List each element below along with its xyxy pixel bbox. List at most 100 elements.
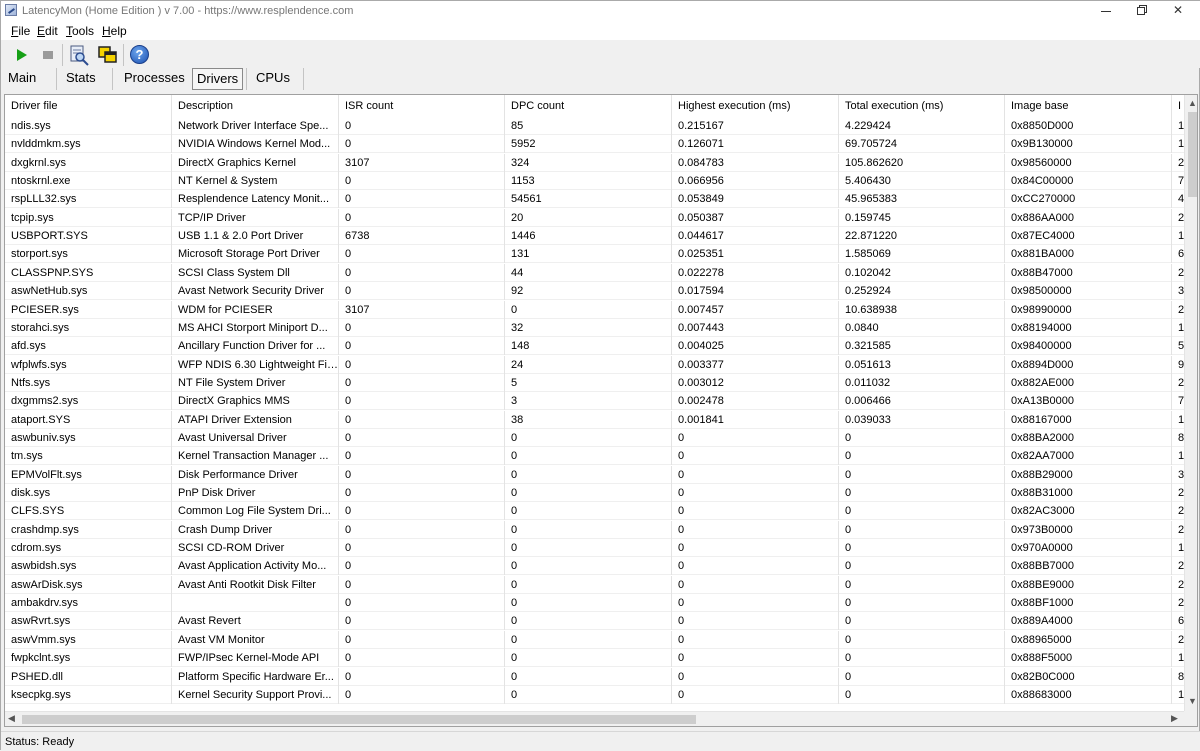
vertical-scrollbar[interactable]: ▲ ▼ [1184, 95, 1197, 711]
isr-count-cell: 0 [339, 209, 505, 227]
table-row[interactable]: EPMVolFlt.sys Disk Performance Driver 0 0 0 0… [5, 466, 1197, 484]
table-row[interactable]: nvlddmkm.sys NVIDIA Windows Kernel Mod...… [5, 135, 1197, 153]
menu-tools[interactable]: Tools [66, 24, 94, 38]
menu-help-accel: H [102, 24, 111, 38]
table-row[interactable]: crashdmp.sys Crash Dump Driver 0 0 0 0 0x973B0… [5, 521, 1197, 539]
total-execution-cell: 0.252924 [839, 282, 1005, 300]
tab-stats[interactable]: Stats [62, 68, 100, 90]
table-row[interactable]: disk.sys PnP Disk Driver 0 0 0 0 0x88B31000 2 [5, 484, 1197, 502]
description-cell: Kernel Transaction Manager ... [172, 447, 339, 465]
column-header-description[interactable]: Description [172, 95, 339, 117]
table-row[interactable]: cdrom.sys SCSI CD-ROM Driver 0 0 0 0 0x970A000… [5, 539, 1197, 557]
table-row[interactable]: afd.sys Ancillary Function Driver for ...… [5, 337, 1197, 355]
help-button[interactable]: ? [129, 44, 151, 66]
dpc-count-cell: 0 [505, 631, 672, 649]
table-row[interactable]: rspLLL32.sys Resplendence Latency Monit..… [5, 190, 1197, 208]
scroll-up-icon[interactable]: ▲ [1188, 98, 1197, 108]
image-base-cell: 0x88BA2000 [1005, 429, 1172, 447]
table-row[interactable]: aswbidsh.sys Avast Application Activity M… [5, 557, 1197, 575]
table-row[interactable]: PCIESER.sys WDM for PCIESER 3107 0 0.007457 1… [5, 301, 1197, 319]
column-header-dpc-count[interactable]: DPC count [505, 95, 672, 117]
start-button[interactable] [11, 44, 33, 66]
table-row[interactable]: storport.sys Microsoft Storage Port Drive… [5, 245, 1197, 263]
scroll-left-icon[interactable]: ◀ [8, 713, 15, 724]
table-row[interactable]: dxgmms2.sys DirectX Graphics MMS 0 3 0.00247… [5, 392, 1197, 410]
isr-count-cell: 0 [339, 117, 505, 135]
description-cell: SCSI CD-ROM Driver [172, 539, 339, 557]
table-row[interactable]: dxgkrnl.sys DirectX Graphics Kernel 3107 32… [5, 154, 1197, 172]
dpc-count-cell: 85 [505, 117, 672, 135]
analyze-button[interactable] [68, 44, 90, 66]
table-row[interactable]: tcpip.sys TCP/IP Driver 0 20 0.050387 0.15974… [5, 209, 1197, 227]
toolbar-separator [123, 44, 124, 66]
menu-edit[interactable]: Edit [37, 24, 58, 38]
total-execution-cell: 0.011032 [839, 374, 1005, 392]
help-icon: ? [130, 45, 149, 64]
table-row[interactable]: aswArDisk.sys Avast Anti Rootkit Disk Fil… [5, 576, 1197, 594]
column-header-highest-execution[interactable]: Highest execution (ms) [672, 95, 839, 117]
isr-count-cell: 0 [339, 411, 505, 429]
table-row[interactable]: aswbuniv.sys Avast Universal Driver 0 0 0 0 0x… [5, 429, 1197, 447]
tab-cpus[interactable]: CPUs [252, 68, 294, 90]
driver-file-cell: tm.sys [5, 447, 172, 465]
menu-file-rest: ile [18, 24, 31, 38]
driver-file-cell: ntoskrnl.exe [5, 172, 172, 190]
tab-main[interactable]: Main [4, 68, 40, 90]
column-header-driver-file[interactable]: Driver file [5, 95, 172, 117]
scroll-right-icon[interactable]: ▶ [1171, 713, 1178, 724]
column-header-isr-count[interactable]: ISR count [339, 95, 505, 117]
table-row[interactable]: PSHED.dll Platform Specific Hardware Er..… [5, 668, 1197, 686]
highest-execution-cell: 0.215167 [672, 117, 839, 135]
table-row[interactable]: aswVmm.sys Avast VM Monitor 0 0 0 0 0x88965000… [5, 631, 1197, 649]
isr-count-cell: 6738 [339, 227, 505, 245]
horizontal-scrollbar[interactable]: ◀ ▶ [5, 711, 1184, 726]
tab-drivers[interactable]: Drivers [192, 68, 244, 90]
table-row[interactable]: ndis.sys Network Driver Interface Spe... 0… [5, 117, 1197, 135]
table-row[interactable]: CLASSPNP.SYS SCSI Class System Dll 0 44 0.02… [5, 264, 1197, 282]
column-header-total-execution[interactable]: Total execution (ms) [839, 95, 1005, 117]
menu-file[interactable]: File [11, 24, 30, 38]
tab-processes[interactable]: Processes [120, 68, 189, 90]
image-base-cell: 0x88BB7000 [1005, 557, 1172, 575]
total-execution-cell: 0 [839, 521, 1005, 539]
close-button[interactable]: ✕ [1155, 1, 1200, 21]
vertical-scroll-thumb[interactable] [1188, 112, 1197, 197]
table-row[interactable]: aswRvrt.sys Avast Revert 0 0 0 0 0x889A4000 6 [5, 612, 1197, 630]
image-base-cell: 0x82AC3000 [1005, 502, 1172, 520]
table-row[interactable]: ntoskrnl.exe NT Kernel & System 0 1153 0.066… [5, 172, 1197, 190]
table-row[interactable]: ksecpkg.sys Kernel Security Support Provi… [5, 686, 1197, 704]
close-icon: ✕ [1172, 3, 1184, 17]
driver-file-cell: ksecpkg.sys [5, 686, 172, 704]
menu-help[interactable]: Help [102, 24, 127, 38]
isr-count-cell: 0 [339, 466, 505, 484]
highest-execution-cell: 0.007443 [672, 319, 839, 337]
description-cell: NT Kernel & System [172, 172, 339, 190]
scroll-down-icon[interactable]: ▼ [1188, 696, 1197, 706]
dpc-count-cell: 0 [505, 466, 672, 484]
menu-edit-accel: E [37, 24, 46, 38]
table-row[interactable]: ataport.SYS ATAPI Driver Extension 0 38 0.00… [5, 411, 1197, 429]
column-header-image-base[interactable]: Image base [1005, 95, 1172, 117]
description-cell: Avast Anti Rootkit Disk Filter [172, 576, 339, 594]
table-row[interactable]: Ntfs.sys NT File System Driver 0 5 0.003012 0… [5, 374, 1197, 392]
isr-count-cell: 0 [339, 686, 505, 704]
horizontal-scroll-thumb[interactable] [22, 715, 696, 724]
table-row[interactable]: USBPORT.SYS USB 1.1 & 2.0 Port Driver 6738… [5, 227, 1197, 245]
highest-execution-cell: 0 [672, 429, 839, 447]
table-row[interactable]: tm.sys Kernel Transaction Manager ... 0 0 0 0… [5, 447, 1197, 465]
table-row[interactable]: CLFS.SYS Common Log File System Dri... 0 0 0… [5, 502, 1197, 520]
highest-execution-cell: 0 [672, 594, 839, 612]
analyze-icon [70, 45, 89, 66]
table-row[interactable]: fwpkclnt.sys FWP/IPsec Kernel-Mode API 0 0 0… [5, 649, 1197, 667]
table-row[interactable]: storahci.sys MS AHCI Storport Miniport D.… [5, 319, 1197, 337]
highest-execution-cell: 0 [672, 466, 839, 484]
image-base-cell: 0x98560000 [1005, 154, 1172, 172]
table-row[interactable]: aswNetHub.sys Avast Network Security Driv… [5, 282, 1197, 300]
dpc-count-cell: 5 [505, 374, 672, 392]
window-button[interactable] [97, 44, 119, 66]
table-row[interactable]: wfplwfs.sys WFP NDIS 6.30 Lightweight Fil… [5, 356, 1197, 374]
total-execution-cell: 0.039033 [839, 411, 1005, 429]
table-row[interactable]: ambakdrv.sys 0 0 0 0 0x88BF1000 2 [5, 594, 1197, 612]
stop-button[interactable] [37, 44, 59, 66]
status-bar: Status: Ready [1, 731, 1200, 751]
